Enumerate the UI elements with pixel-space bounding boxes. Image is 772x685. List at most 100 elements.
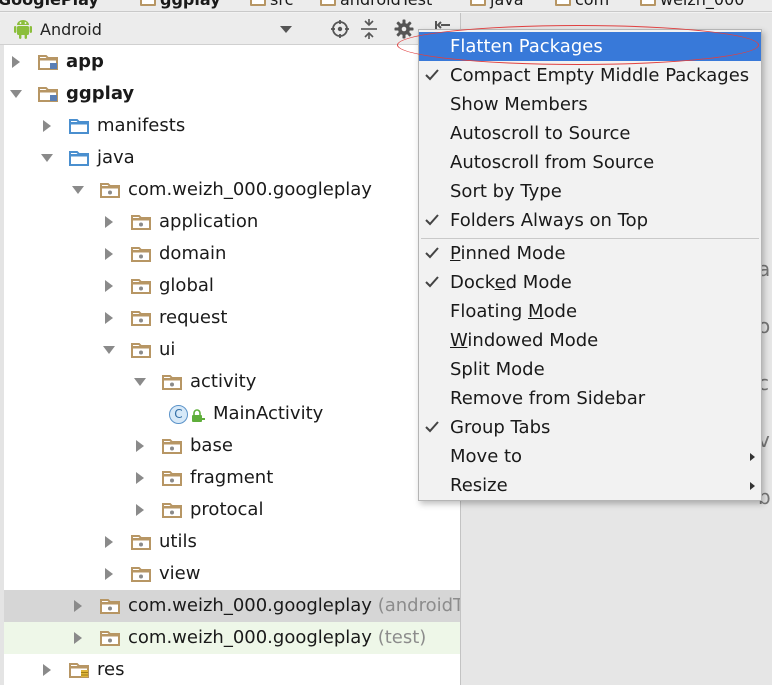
chevron-right-icon[interactable] — [103, 312, 115, 324]
chevron-down-icon[interactable] — [41, 152, 53, 164]
package-icon — [100, 631, 120, 646]
navigation-breadcrumb-bar: GooglePlay ggplay src androidTest java com wei… — [0, 0, 772, 12]
folder-icon — [640, 0, 656, 6]
chevron-down-icon[interactable] — [72, 184, 84, 196]
folder-icon — [140, 0, 156, 6]
menu-item-resize[interactable]: Resize — [419, 471, 761, 500]
tree-row[interactable]: global — [4, 270, 460, 302]
package-icon — [131, 279, 151, 294]
tree-row[interactable]: com.weizh_000.googleplay (androidTest) — [4, 590, 460, 622]
chevron-right-icon[interactable] — [41, 664, 53, 676]
gear-icon — [394, 19, 414, 39]
gear-options-menu: Flatten Packages Compact Empty Middle Pac… — [418, 29, 762, 501]
chevron-right-icon[interactable] — [134, 504, 146, 516]
breadcrumb-item[interactable]: java — [470, 0, 524, 11]
tree-row[interactable]: domain — [4, 238, 460, 270]
tree-row[interactable]: application — [4, 206, 460, 238]
tree-row[interactable]: ui — [4, 334, 460, 366]
source-set-suffix: (test) — [377, 627, 427, 648]
tree-row[interactable]: view — [4, 558, 460, 590]
chevron-right-icon[interactable] — [10, 56, 22, 68]
menu-item-folders-always-on-top[interactable]: Folders Always on Top — [419, 206, 761, 235]
tree-row[interactable]: fragment — [4, 462, 460, 494]
breadcrumb-item[interactable]: weizh_000 — [640, 0, 744, 11]
tree-row-label: activity — [190, 366, 256, 398]
tree-node-name: view — [159, 563, 201, 584]
menu-item-label: Show Members — [450, 94, 588, 115]
menu-item-label: Autoscroll from Source — [450, 152, 655, 173]
chevron-right-icon[interactable] — [103, 280, 115, 292]
collapse-all-icon — [361, 19, 377, 39]
chevron-right-icon[interactable] — [103, 248, 115, 260]
breadcrumb-item[interactable]: GooglePlay — [0, 0, 99, 11]
chevron-right-icon[interactable] — [134, 472, 146, 484]
tree-node-name: global — [159, 275, 214, 296]
package-icon — [162, 503, 182, 518]
tree-row[interactable]: manifests — [4, 110, 460, 142]
breadcrumb-label: src — [270, 0, 293, 11]
menu-item-label: Split Mode — [450, 359, 545, 380]
menu-item-flatten-packages[interactable]: Flatten Packages — [419, 32, 761, 61]
scroll-from-source-button[interactable] — [329, 18, 351, 40]
tree-node-name: protocal — [190, 499, 264, 520]
chevron-right-icon[interactable] — [72, 600, 84, 612]
tree-row[interactable]: base — [4, 430, 460, 462]
tree-row[interactable]: utils — [4, 526, 460, 558]
tree-node-name: request — [159, 307, 228, 328]
menu-item-docked-mode[interactable]: Docked Mode — [419, 268, 761, 297]
submenu-arrow-icon — [750, 482, 755, 490]
chevron-right-icon[interactable] — [103, 568, 115, 580]
tree-node-name: activity — [190, 371, 257, 392]
project-view-label: Android — [40, 19, 102, 39]
project-view-selector[interactable]: Android — [4, 15, 300, 43]
tree-row[interactable]: java — [4, 142, 460, 174]
collapse-all-button[interactable] — [358, 18, 380, 40]
menu-item-pinned-mode[interactable]: Pinned Mode — [419, 239, 761, 268]
breadcrumb-item[interactable]: androidTest — [320, 0, 432, 11]
breadcrumb-item[interactable]: com — [555, 0, 609, 11]
chevron-down-icon[interactable] — [10, 88, 22, 100]
tree-row[interactable]: activity — [4, 366, 460, 398]
chevron-right-icon[interactable] — [103, 216, 115, 228]
menu-item-move-to[interactable]: Move to — [419, 442, 761, 471]
menu-item-group-tabs[interactable]: Group Tabs — [419, 413, 761, 442]
tree-node-name: manifests — [97, 115, 186, 136]
tree-node-name: application — [159, 211, 259, 232]
tree-row[interactable]: C MainActivity — [4, 398, 460, 430]
tree-row[interactable]: com.weizh_000.googleplay (test) — [4, 622, 460, 654]
tree-row[interactable]: app — [4, 46, 460, 78]
menu-item-label: Flatten Packages — [450, 36, 603, 57]
package-icon — [100, 599, 120, 614]
menu-item-autoscroll-to-source[interactable]: Autoscroll to Source — [419, 119, 761, 148]
tree-row[interactable]: request — [4, 302, 460, 334]
menu-item-compact-empty-middle-packages[interactable]: Compact Empty Middle Packages — [419, 61, 761, 90]
tree-row[interactable]: res — [4, 654, 460, 685]
tree-node-name: ggplay — [66, 83, 135, 104]
menu-item-sort-by-type[interactable]: Sort by Type — [419, 177, 761, 206]
chevron-right-icon[interactable] — [41, 120, 53, 132]
menu-item-show-members[interactable]: Show Members — [419, 90, 761, 119]
tree-row[interactable]: ggplay — [4, 78, 460, 110]
menu-item-windowed-mode[interactable]: Windowed Mode — [419, 326, 761, 355]
menu-item-remove-from-sidebar[interactable]: Remove from Sidebar — [419, 384, 761, 413]
menu-item-floating-mode[interactable]: Floating Mode — [419, 297, 761, 326]
submenu-arrow-icon — [750, 453, 755, 461]
chevron-down-icon[interactable] — [103, 344, 115, 356]
settings-button[interactable] — [393, 18, 415, 40]
package-icon — [162, 439, 182, 454]
package-icon — [131, 343, 151, 358]
menu-item-split-mode[interactable]: Split Mode — [419, 355, 761, 384]
chevron-right-icon[interactable] — [72, 632, 84, 644]
tree-row-label: base — [190, 430, 233, 462]
chevron-down-icon[interactable] — [134, 376, 146, 388]
tree-row[interactable]: com.weizh_000.googleplay — [4, 174, 460, 206]
tree-row[interactable]: protocal — [4, 494, 460, 526]
tree-row-label: app — [66, 46, 104, 78]
tree-node-name: utils — [159, 531, 197, 552]
breadcrumb-item[interactable]: ggplay — [140, 0, 221, 11]
breadcrumb-label: GooglePlay — [0, 0, 99, 11]
breadcrumb-item[interactable]: src — [250, 0, 293, 11]
chevron-right-icon[interactable] — [134, 440, 146, 452]
menu-item-autoscroll-from-source[interactable]: Autoscroll from Source — [419, 148, 761, 177]
chevron-right-icon[interactable] — [103, 536, 115, 548]
